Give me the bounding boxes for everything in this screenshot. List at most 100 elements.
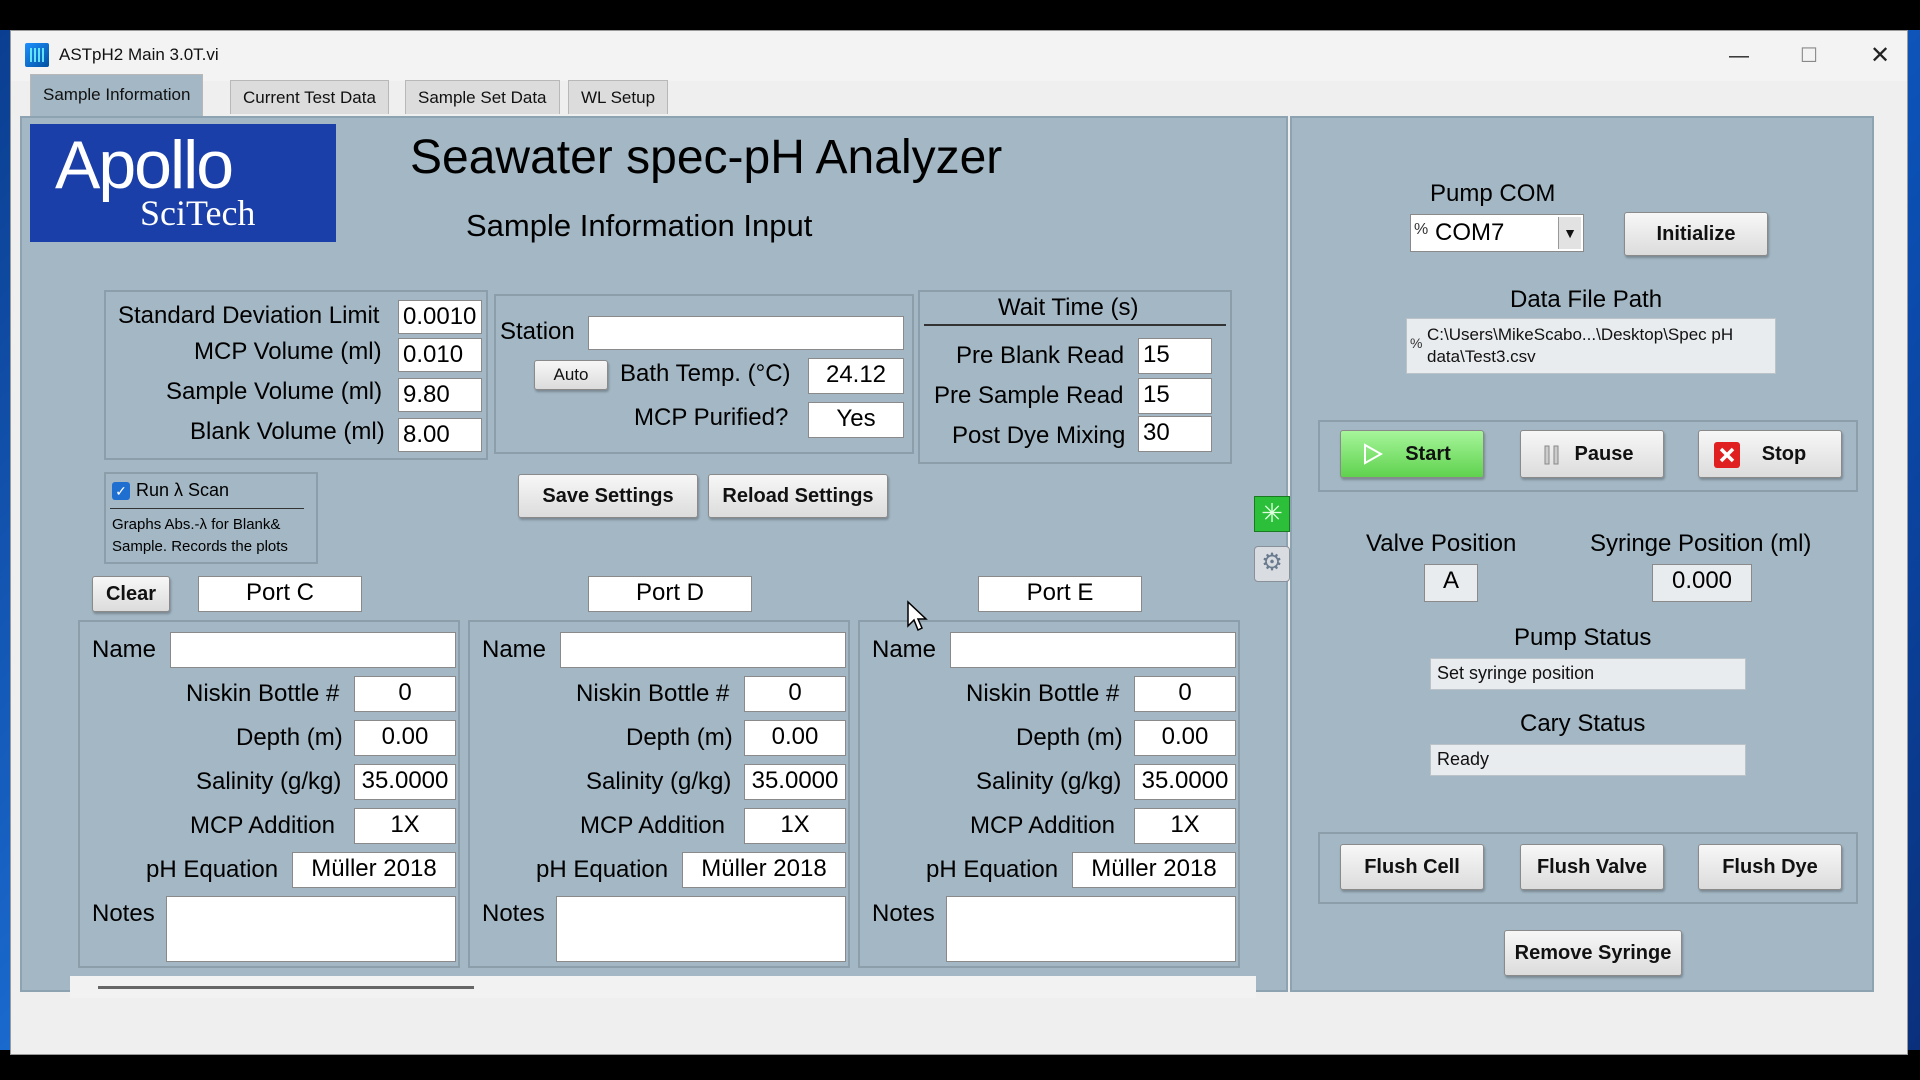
- save-settings-button[interactable]: Save Settings: [518, 474, 698, 518]
- pump-com-label: Pump COM: [1430, 180, 1556, 207]
- port-c-mcp-label: MCP Addition: [190, 812, 335, 839]
- port-d-mcp-label: MCP Addition: [580, 812, 725, 839]
- flush-valve-button[interactable]: Flush Valve: [1520, 844, 1664, 890]
- port-c-salinity-label: Salinity (g/kg): [196, 768, 342, 795]
- port-d-notes-field[interactable]: [556, 896, 846, 962]
- port-e-label: Port E: [978, 576, 1142, 612]
- port-c-depth-label: Depth (m): [236, 724, 343, 751]
- port-c-mcp-field[interactable]: 1X: [354, 808, 456, 844]
- pump-com-prefix: %: [1414, 221, 1429, 238]
- port-c-ph-field[interactable]: Müller 2018: [292, 852, 456, 888]
- pause-label: Pause: [1574, 443, 1634, 465]
- std-dev-field[interactable]: 0.0010: [398, 300, 482, 334]
- port-e-depth-field[interactable]: 0.00: [1134, 720, 1236, 756]
- play-outline-icon: [1364, 443, 1383, 465]
- bath-temp-label: Bath Temp. (°C): [620, 360, 791, 387]
- start-button[interactable]: Start: [1340, 430, 1484, 478]
- sparkle-indicator-icon[interactable]: ✳: [1254, 496, 1290, 532]
- initialize-button[interactable]: Initialize: [1624, 212, 1768, 256]
- mcp-purified-field[interactable]: Yes: [808, 402, 904, 438]
- pre-blank-label: Pre Blank Read: [956, 342, 1125, 369]
- section-subtitle: Sample Information Input: [466, 208, 813, 243]
- pause-icon: [1544, 445, 1559, 465]
- flush-dye-button[interactable]: Flush Dye: [1698, 844, 1842, 890]
- pump-com-select[interactable]: % COM7 ▼: [1410, 214, 1584, 252]
- station-label: Station: [500, 318, 575, 345]
- scrollbar-thumb[interactable]: [98, 986, 474, 989]
- port-d-salinity-field[interactable]: 35.0000: [744, 764, 846, 800]
- bath-temp-field[interactable]: 24.12: [808, 358, 904, 394]
- port-d-niskin-field[interactable]: 0: [744, 676, 846, 712]
- port-e-niskin-label: Niskin Bottle #: [966, 680, 1120, 707]
- stop-label: Stop: [1761, 443, 1807, 465]
- pump-status-label: Pump Status: [1514, 624, 1652, 651]
- port-c-label: Port C: [198, 576, 362, 612]
- title-bar: ASTpH2 Main 3.0T.vi — ☐ ✕: [11, 31, 1907, 81]
- pre-blank-field[interactable]: 15: [1138, 338, 1212, 374]
- pre-sample-field[interactable]: 15: [1138, 378, 1212, 414]
- reload-settings-button[interactable]: Reload Settings: [708, 474, 888, 518]
- port-d-label: Port D: [588, 576, 752, 612]
- pump-status-field: Set syringe position: [1430, 658, 1746, 690]
- gear-icon[interactable]: ⚙: [1254, 546, 1290, 582]
- cary-status-label: Cary Status: [1520, 710, 1646, 737]
- post-dye-field[interactable]: 30: [1138, 416, 1212, 452]
- chevron-down-icon[interactable]: ▼: [1558, 217, 1581, 249]
- mouse-cursor-icon: [907, 600, 928, 632]
- close-button[interactable]: ✕: [1857, 39, 1903, 73]
- clear-button[interactable]: Clear: [92, 576, 170, 612]
- port-e-ph-field[interactable]: Müller 2018: [1072, 852, 1236, 888]
- port-d-ph-field[interactable]: Müller 2018: [682, 852, 846, 888]
- blank-volume-field[interactable]: 8.00: [398, 418, 482, 452]
- logo-text-scitech: SciTech: [140, 193, 256, 233]
- port-d-name-field[interactable]: [560, 632, 846, 668]
- stop-x-icon: [1714, 442, 1740, 468]
- port-e-name-label: Name: [872, 636, 937, 663]
- sample-volume-field[interactable]: 9.80: [398, 378, 482, 412]
- port-e-niskin-field[interactable]: 0: [1134, 676, 1236, 712]
- scan-description-2: Sample. Records the plots: [112, 538, 288, 555]
- tab-sample-information[interactable]: Sample Information: [30, 74, 204, 116]
- minimize-button[interactable]: —: [1716, 39, 1762, 73]
- page-title: Seawater spec-pH Analyzer: [410, 131, 1003, 184]
- cary-status-field: Ready: [1430, 744, 1746, 776]
- start-label: Start: [1405, 443, 1451, 465]
- maximize-button[interactable]: ☐: [1786, 39, 1832, 73]
- syringe-position-field: 0.000: [1652, 564, 1752, 602]
- mcp-volume-field[interactable]: 0.010: [398, 338, 482, 372]
- port-d-notes-label: Notes: [482, 900, 545, 927]
- port-e-ph-label: pH Equation: [926, 856, 1059, 883]
- remove-syringe-button[interactable]: Remove Syringe: [1504, 930, 1682, 976]
- post-dye-label: Post Dye Mixing: [952, 422, 1126, 449]
- port-c-ph-label: pH Equation: [146, 856, 279, 883]
- station-field[interactable]: [588, 316, 904, 350]
- flush-cell-button[interactable]: Flush Cell: [1340, 844, 1484, 890]
- port-e-mcp-field[interactable]: 1X: [1134, 808, 1236, 844]
- std-dev-label: Standard Deviation Limit: [118, 302, 380, 329]
- port-c-salinity-field[interactable]: 35.0000: [354, 764, 456, 800]
- port-d-depth-field[interactable]: 0.00: [744, 720, 846, 756]
- port-c-name-field[interactable]: [170, 632, 456, 668]
- port-e-notes-field[interactable]: [946, 896, 1236, 962]
- tab-wl-setup[interactable]: WL Setup: [568, 80, 669, 114]
- port-c-depth-field[interactable]: 0.00: [354, 720, 456, 756]
- valve-position-field: A: [1424, 564, 1478, 602]
- port-e-salinity-field[interactable]: 35.0000: [1134, 764, 1236, 800]
- data-file-path-field[interactable]: % C:\Users\MikeScabo...\Desktop\Spec pH …: [1406, 318, 1776, 374]
- run-scan-checkbox[interactable]: ✓: [112, 482, 130, 500]
- port-c-niskin-field[interactable]: 0: [354, 676, 456, 712]
- port-e-notes-label: Notes: [872, 900, 935, 927]
- port-c-notes-field[interactable]: [166, 896, 456, 962]
- port-d-niskin-label: Niskin Bottle #: [576, 680, 730, 707]
- tab-current-test-data[interactable]: Current Test Data: [230, 80, 389, 114]
- auto-button[interactable]: Auto: [534, 360, 608, 390]
- stop-button[interactable]: Stop: [1698, 430, 1842, 478]
- port-c-niskin-label: Niskin Bottle #: [186, 680, 340, 707]
- pause-button[interactable]: Pause: [1520, 430, 1664, 478]
- tab-sample-set-data[interactable]: Sample Set Data: [405, 80, 560, 114]
- mcp-volume-label: MCP Volume (ml): [194, 338, 382, 365]
- port-d-mcp-field[interactable]: 1X: [744, 808, 846, 844]
- pre-sample-label: Pre Sample Read: [934, 382, 1124, 409]
- port-e-name-field[interactable]: [950, 632, 1236, 668]
- syringe-position-label: Syringe Position (ml): [1590, 530, 1812, 557]
